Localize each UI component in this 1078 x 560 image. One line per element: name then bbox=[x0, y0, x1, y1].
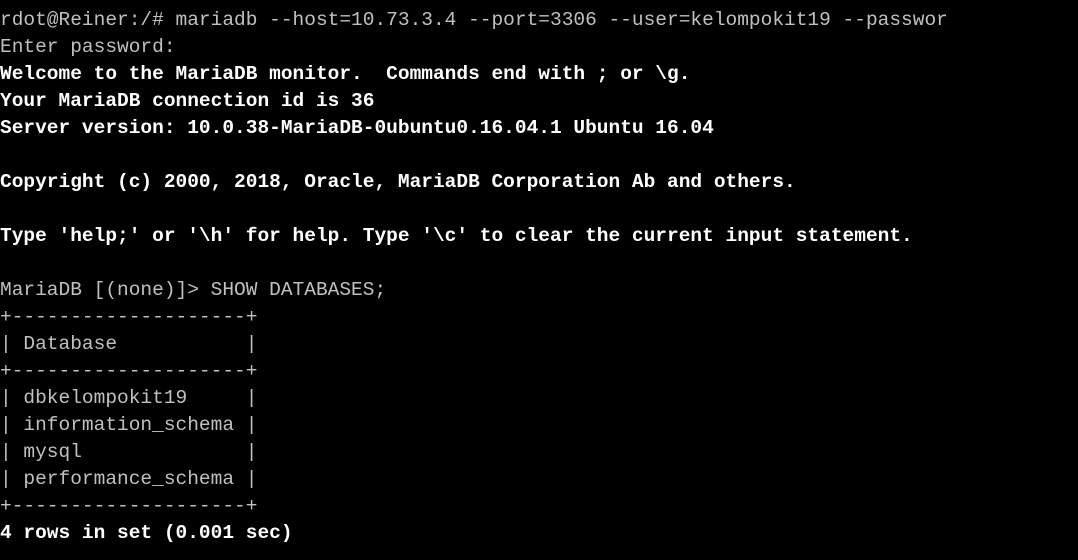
table-border: +--------------------+ bbox=[0, 306, 258, 328]
copyright-line: Copyright (c) 2000, 2018, Oracle, MariaD… bbox=[0, 171, 796, 193]
password-prompt: Enter password: bbox=[0, 36, 176, 58]
table-border: +--------------------+ bbox=[0, 360, 258, 382]
sql-prompt-line: MariaDB [(none)]> SHOW DATABASES; bbox=[0, 279, 387, 301]
table-row: | dbkelompokit19 | bbox=[0, 387, 258, 409]
server-version-line: Server version: 10.0.38-MariaDB-0ubuntu0… bbox=[0, 117, 714, 139]
table-header: | Database | bbox=[0, 333, 258, 355]
terminal-window[interactable]: rdot@Reiner:/# mariadb --host=10.73.3.4 … bbox=[0, 7, 1078, 560]
table-row: | information_schema | bbox=[0, 414, 258, 436]
result-summary: 4 rows in set (0.001 sec) bbox=[0, 522, 293, 544]
connection-id-line: Your MariaDB connection id is 36 bbox=[0, 90, 375, 112]
command-line: rdot@Reiner:/# mariadb --host=10.73.3.4 … bbox=[0, 9, 948, 31]
table-row: | mysql | bbox=[0, 441, 258, 463]
table-border: +--------------------+ bbox=[0, 495, 258, 517]
welcome-message: Welcome to the MariaDB monitor. Commands… bbox=[0, 63, 691, 85]
table-row: | performance_schema | bbox=[0, 468, 258, 490]
help-line: Type 'help;' or '\h' for help. Type '\c'… bbox=[0, 225, 913, 247]
